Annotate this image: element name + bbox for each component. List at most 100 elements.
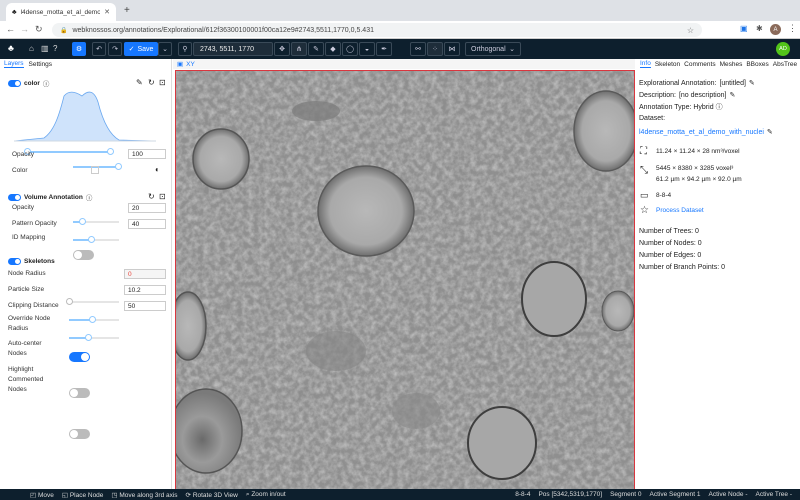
clipping-distance-slider[interactable] [69,334,119,341]
tab-layers[interactable]: Layers [4,60,24,68]
reload-icon[interactable]: ↻ [35,24,43,35]
extent-icon: ⤡ [640,165,648,176]
histogram-range-slider[interactable] [24,148,114,155]
dataset-label: Dataset: [639,115,666,122]
em-image[interactable] [176,71,635,490]
color-swatch[interactable] [91,166,99,174]
forward-icon[interactable]: → [20,24,29,34]
pattern-opacity-slider[interactable] [73,236,119,243]
volume-layer-name: Volume Annotation [24,193,83,201]
status-move-3rd: ◳ Move along 3rd axis [111,491,178,499]
node-radius-slider[interactable] [66,298,119,305]
left-sidebar: Layers Settings color ⓘ ✎ ↻ ⊡ Opacity 10… [0,59,172,489]
range-max-handle[interactable] [107,148,114,155]
particle-size-input[interactable]: 10.2 [124,285,166,295]
reload-volume-icon[interactable]: ↻ [148,192,155,201]
annotation-label: Explorational Annotation: [639,79,717,87]
histogram[interactable] [14,86,156,144]
view-mode-select[interactable]: Orthogonal ⌄ [465,42,521,56]
brush-tool-button[interactable]: ✎ [308,42,324,56]
color-opacity-input[interactable]: 100 [128,149,166,159]
stats-icon[interactable]: ▥ [41,44,49,53]
override-radius-label: Override Node Radius [8,315,51,332]
highlight-comments-label: Highlight Commented Nodes [8,366,44,393]
user-avatar[interactable]: AD [776,42,790,56]
eraser-tool-button[interactable]: ◆ [325,42,341,56]
tree-mode-button-3[interactable]: ⋈ [444,42,460,56]
favicon-icon: ♣ [12,8,17,16]
highlight-comments-toggle[interactable] [69,429,90,439]
tab-bboxes[interactable]: BBoxes [746,61,768,68]
lasso-icon: ◯ [346,46,354,53]
address-bar[interactable]: 🔒 webknossos.org/annotations/Exploration… [52,23,702,37]
settings-button[interactable]: ⚙ [72,42,86,56]
pattern-opacity-input[interactable]: 40 [128,219,166,229]
home-icon[interactable]: ⌂ [29,44,34,53]
clipping-distance-input[interactable]: 50 [124,301,166,311]
edit-icon[interactable]: ✎ [749,79,755,87]
tab-comments[interactable]: Comments [684,61,715,68]
stat-nodes: Number of Nodes: 0 [639,240,702,247]
copy-position-button[interactable]: ⚲ [178,42,192,56]
skeleton-tool-button[interactable]: ⋔ [291,42,307,56]
star-icon[interactable]: ☆ [687,26,694,35]
dataset-link[interactable]: l4dense_motta_et_al_demo_with_nuclei [639,129,764,136]
info-icon[interactable]: ⓘ [86,192,93,202]
volume-opacity-input[interactable]: 20 [128,203,166,213]
new-tab-icon[interactable]: + [124,5,130,16]
back-icon[interactable]: ← [6,24,15,34]
browser-menu-icon[interactable]: ⋮ [788,23,797,34]
volume-opacity-slider[interactable] [73,218,119,225]
fit-icon[interactable]: ⊡ [159,78,166,87]
lasso-tool-button[interactable]: ◯ [342,42,358,56]
move-tool-button[interactable]: ✥ [274,42,290,56]
node-radius-input[interactable]: 0 [124,269,166,279]
annotation-type: Annotation Type: Hybrid [639,103,714,111]
edit-icon[interactable]: ✎ [767,128,773,136]
position-input[interactable]: 2743, 5511, 1770 [193,42,273,56]
tab-title: l4dense_motta_et_al_demo_w [20,8,101,16]
dataset-name-row: l4dense_motta_et_al_demo_with_nuclei ✎ [636,128,773,137]
puzzle-icon[interactable]: ✱ [756,24,763,33]
pattern-opacity-label: Pattern Opacity [12,220,57,227]
volume-layer-toggle[interactable] [8,193,21,201]
status-position[interactable]: Pos [5342,5319,1770] [538,491,602,498]
left-tabs: Layers Settings [0,59,171,69]
process-dataset-link[interactable]: Process Dataset [656,207,704,214]
close-tab-icon[interactable]: ✕ [104,8,110,16]
help-icon[interactable]: ? [53,44,57,53]
tab-info[interactable]: Info [640,60,651,68]
check-icon: ✓ [128,46,135,53]
tab-meshes[interactable]: Meshes [720,61,743,68]
description-value: [no description] [678,91,727,99]
undo-button[interactable]: ↶ [92,42,106,56]
profile-avatar[interactable]: A [770,24,781,35]
logo-icon[interactable]: ♣ [8,43,14,53]
id-mapping-toggle[interactable] [73,250,94,260]
tab-skeleton[interactable]: Skeleton [655,61,680,68]
xy-viewport[interactable] [175,70,635,490]
fill-tool-button[interactable]: ◒ [359,42,375,56]
tree-mode-button-2[interactable]: ⁘ [427,42,443,56]
invert-icon[interactable]: ◐ [155,165,160,174]
autocenter-toggle[interactable] [69,388,90,398]
redo-button[interactable]: ↷ [108,42,122,56]
particle-size-slider[interactable] [69,316,119,323]
fit-volume-icon[interactable]: ⊡ [159,192,166,201]
tree-mode-button-1[interactable]: ⚯ [410,42,426,56]
browser-tab-bar: ♣ l4dense_motta_et_al_demo_w ✕ + [0,0,800,21]
pick-cell-button[interactable]: ✒ [376,42,392,56]
override-radius-toggle[interactable] [69,352,90,362]
extension-icon[interactable]: ▣ [740,24,748,33]
save-dropdown-button[interactable]: ⌄ [158,42,172,56]
pushpin-icon: ⚲ [182,46,188,53]
color-opacity-label: Opacity [12,151,35,158]
browser-tab[interactable]: ♣ l4dense_motta_et_al_demo_w ✕ [6,3,116,21]
tab-settings[interactable]: Settings [29,61,53,68]
tab-abstree[interactable]: AbsTree [773,61,797,68]
skeleton-layer-toggle[interactable] [8,258,21,265]
resolution-icon: ▭ [640,190,649,200]
info-icon[interactable]: ⓘ [716,102,723,112]
save-button[interactable]: ✓ Save [124,42,158,56]
edit-icon[interactable]: ✎ [729,91,735,99]
